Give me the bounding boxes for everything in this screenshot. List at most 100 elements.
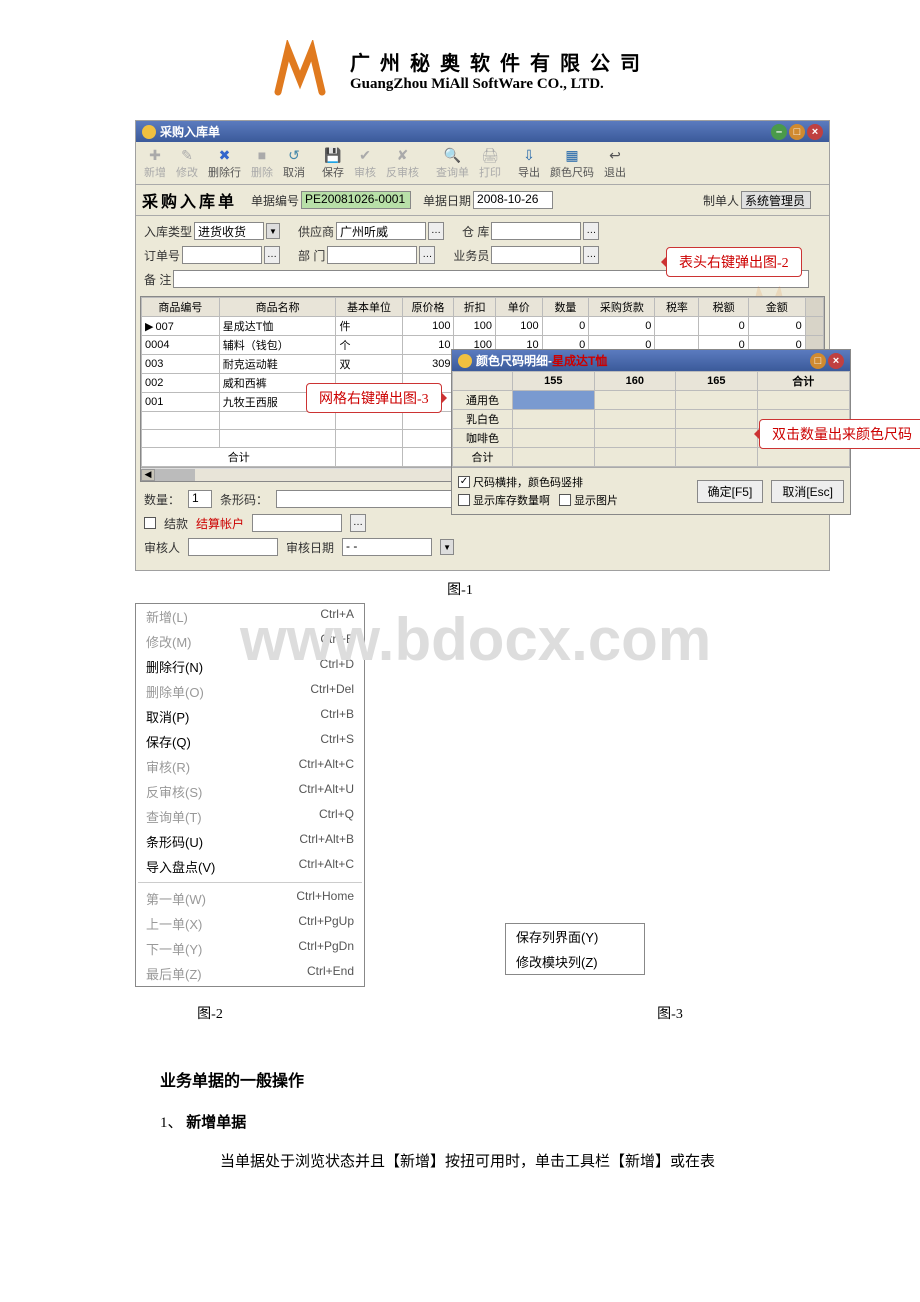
billdate-label: 单据日期 bbox=[423, 192, 471, 209]
close-button[interactable]: × bbox=[807, 124, 823, 140]
window-titlebar: 采购入库单 – □ × bbox=[136, 121, 829, 142]
tb-export[interactable]: ⇩导出 bbox=[514, 144, 544, 182]
popup-icon bbox=[458, 354, 472, 368]
col-qty[interactable]: 数量 bbox=[542, 298, 589, 317]
order-lookup-button[interactable]: … bbox=[264, 246, 280, 264]
ctx-item[interactable]: 最后单(Z)Ctrl+End bbox=[136, 961, 364, 986]
col-code[interactable]: 商品编号 bbox=[142, 298, 220, 317]
ctx-item[interactable]: 第一单(W)Ctrl+Home bbox=[136, 886, 364, 911]
chk-show-image[interactable] bbox=[559, 494, 571, 506]
col-unit[interactable]: 基本单位 bbox=[336, 298, 402, 317]
col-amt[interactable]: 采购货款 bbox=[589, 298, 655, 317]
warehouse-label: 仓 库 bbox=[462, 223, 489, 240]
col-taxr[interactable]: 税率 bbox=[655, 298, 699, 317]
tb-audit[interactable]: ✔审核 bbox=[350, 144, 380, 182]
window-icon bbox=[142, 125, 156, 139]
chk-show-stock[interactable] bbox=[458, 494, 470, 506]
doc-heading: 业务单据的一般操作 bbox=[160, 1067, 800, 1097]
cancel-icon: ↺ bbox=[285, 146, 303, 164]
edit-icon: ✎ bbox=[178, 146, 196, 164]
ctx-item[interactable]: 保存(Q)Ctrl+S bbox=[136, 729, 364, 754]
grid-context-menu: 保存列界面(Y)修改模块列(Z) bbox=[505, 923, 645, 975]
table-row[interactable]: ▶007星成达T恤件1001001000000 bbox=[142, 317, 824, 336]
tb-delrow[interactable]: ✖删除行 bbox=[204, 144, 245, 182]
tb-save[interactable]: 💾保存 bbox=[318, 144, 348, 182]
ctx-item[interactable]: 下一单(Y)Ctrl+PgDn bbox=[136, 936, 364, 961]
company-name-en: GuangZhou MiAll SoftWare CO., LTD. bbox=[350, 76, 650, 93]
dept-lookup-button[interactable]: … bbox=[419, 246, 435, 264]
col-tax[interactable]: 税额 bbox=[699, 298, 748, 317]
warehouse-lookup-button[interactable]: … bbox=[583, 222, 599, 240]
ctx-item[interactable]: 导入盘点(V)Ctrl+Alt+C bbox=[136, 854, 364, 879]
ctx-item[interactable]: 新增(L)Ctrl+A bbox=[136, 604, 364, 629]
scroll-left-icon[interactable]: ◀ bbox=[141, 469, 155, 481]
ctx-item[interactable]: 上一单(X)Ctrl+PgUp bbox=[136, 911, 364, 936]
popup-max-button[interactable]: □ bbox=[810, 353, 826, 369]
qty-label: 数量： bbox=[144, 491, 180, 508]
tb-unaudit[interactable]: ✘反审核 bbox=[382, 144, 423, 182]
minimize-button[interactable]: – bbox=[771, 124, 787, 140]
qty-field[interactable]: 1 bbox=[188, 490, 212, 508]
intype-select[interactable]: 进货收货 bbox=[194, 222, 264, 240]
color-sum-row: 合计 bbox=[453, 448, 850, 467]
popup-close-button[interactable]: × bbox=[828, 353, 844, 369]
ctx-item[interactable]: 修改(M)Ctrl+E bbox=[136, 629, 364, 654]
ctx-item[interactable]: 取消(P)Ctrl+B bbox=[136, 704, 364, 729]
popup-cancel-button[interactable]: 取消[Esc] bbox=[771, 480, 844, 503]
ctx-item[interactable]: 删除行(N)Ctrl+D bbox=[136, 654, 364, 679]
ctx-item[interactable]: 保存列界面(Y) bbox=[506, 924, 644, 949]
ctx-item[interactable]: 反审核(S)Ctrl+Alt+U bbox=[136, 779, 364, 804]
tb-colorsize[interactable]: ▦颜色尺码 bbox=[546, 144, 598, 182]
supplier-lookup-button[interactable]: … bbox=[428, 222, 444, 240]
tb-new[interactable]: ✚新增 bbox=[140, 144, 170, 182]
billdate-field[interactable]: 2008-10-26 bbox=[473, 191, 553, 209]
supplier-field[interactable]: 广州听威 bbox=[336, 222, 426, 240]
ctx-item[interactable]: 删除单(O)Ctrl+Del bbox=[136, 679, 364, 704]
auditdate-field[interactable]: - - bbox=[342, 538, 432, 556]
sales-lookup-button[interactable]: … bbox=[583, 246, 599, 264]
tb-exit[interactable]: ↩退出 bbox=[600, 144, 630, 182]
barcode-field[interactable] bbox=[276, 490, 476, 508]
col-orig[interactable]: 原价格 bbox=[402, 298, 454, 317]
settle-checkbox[interactable] bbox=[144, 517, 156, 529]
callout-header-rightclick: 表头右键弹出图-2 bbox=[666, 247, 802, 277]
settle-acc-lookup-button[interactable]: … bbox=[350, 514, 366, 532]
remark-label: 备 注 bbox=[144, 271, 171, 288]
size-col-1: 160 bbox=[594, 372, 676, 391]
tb-edit[interactable]: ✎修改 bbox=[172, 144, 202, 182]
tb-print[interactable]: 🖨打印 bbox=[475, 144, 505, 182]
page-header: 广州秘奥软件有限公司 GuangZhou MiAll SoftWare CO.,… bbox=[0, 0, 920, 120]
col-price[interactable]: 单价 bbox=[495, 298, 542, 317]
warehouse-field[interactable] bbox=[491, 222, 581, 240]
order-field[interactable] bbox=[182, 246, 262, 264]
settle-acc-field[interactable] bbox=[252, 514, 342, 532]
col-name[interactable]: 商品名称 bbox=[219, 298, 336, 317]
ctx-item[interactable]: 修改模块列(Z) bbox=[506, 949, 644, 974]
chk-size-horiz[interactable] bbox=[458, 476, 470, 488]
header-context-menu: 新增(L)Ctrl+A修改(M)Ctrl+E删除行(N)Ctrl+D删除单(O)… bbox=[135, 603, 365, 987]
chevron-down-icon[interactable]: ▼ bbox=[266, 223, 280, 239]
chevron-down-icon[interactable]: ▼ bbox=[440, 539, 454, 555]
exit-icon: ↩ bbox=[606, 146, 624, 164]
doc-item1-para: 当单据处于浏览状态并且【新增】按扭可用时，单击工具栏【新增】或在表 bbox=[220, 1148, 800, 1177]
ctx-item[interactable]: 审核(R)Ctrl+Alt+C bbox=[136, 754, 364, 779]
dept-field[interactable] bbox=[327, 246, 417, 264]
form-title-row: 采购入库单 单据编号 PE20081026-0001 单据日期 2008-10-… bbox=[136, 185, 829, 216]
col-total[interactable]: 金额 bbox=[748, 298, 805, 317]
col-disc[interactable]: 折扣 bbox=[454, 298, 495, 317]
maximize-button[interactable]: □ bbox=[789, 124, 805, 140]
tb-query[interactable]: 🔍查询单 bbox=[432, 144, 473, 182]
scroll-thumb[interactable] bbox=[155, 469, 195, 481]
ctx-item[interactable]: 条形码(U)Ctrl+Alt+B bbox=[136, 829, 364, 854]
size-col-0: 155 bbox=[513, 372, 595, 391]
popup-product: 星成达T恤 bbox=[552, 354, 607, 368]
tb-del[interactable]: ■删除 bbox=[247, 144, 277, 182]
size-col-sum: 合计 bbox=[757, 372, 849, 391]
sum-label: 合计 bbox=[142, 448, 336, 467]
ctx-item[interactable]: 查询单(T)Ctrl+Q bbox=[136, 804, 364, 829]
popup-ok-button[interactable]: 确定[F5] bbox=[697, 480, 764, 503]
dept-label: 部 门 bbox=[298, 247, 325, 264]
tb-cancel[interactable]: ↺取消 bbox=[279, 144, 309, 182]
sales-field[interactable] bbox=[491, 246, 581, 264]
company-name-cn: 广州秘奥软件有限公司 bbox=[350, 47, 650, 76]
